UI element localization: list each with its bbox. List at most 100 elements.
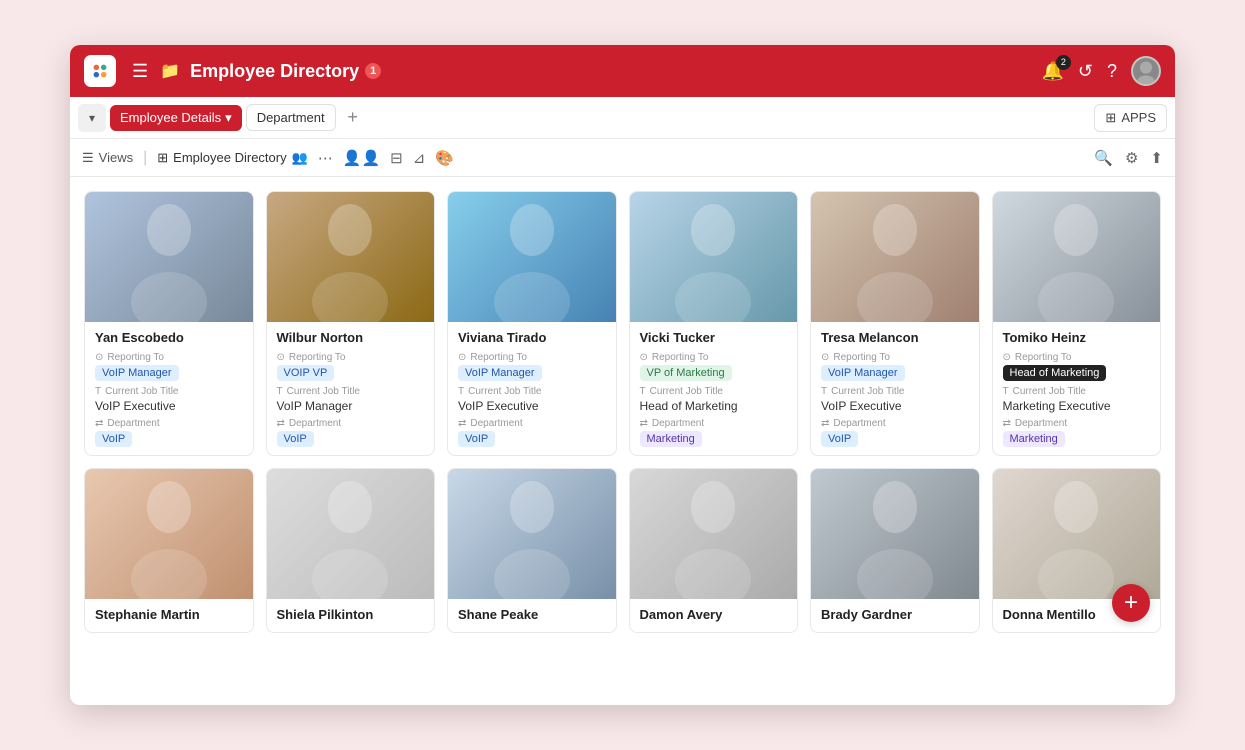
- filter-fields-icon[interactable]: ⊟: [390, 149, 403, 167]
- toolbar-separator: |: [143, 149, 147, 167]
- card-photo: [267, 469, 435, 599]
- employee-card[interactable]: Shane Peake: [447, 468, 617, 633]
- employee-card[interactable]: Wilbur Norton ⊙ Reporting To VOIP VP T C…: [266, 191, 436, 456]
- reporting-label: ⊙ Reporting To: [640, 352, 788, 363]
- filter-icon[interactable]: ⊿: [413, 149, 426, 167]
- employee-card[interactable]: Shiela Pilkinton: [266, 468, 436, 633]
- job-title-value: VoIP Executive: [95, 399, 243, 413]
- cards-grid-row1: Yan Escobedo ⊙ Reporting To VoIP Manager…: [84, 191, 1161, 456]
- card-photo: [630, 192, 798, 322]
- view-people-icon: 👥: [292, 150, 308, 166]
- group-icon[interactable]: 👤👤: [343, 149, 380, 167]
- employee-card[interactable]: Damon Avery: [629, 468, 799, 633]
- nav-title: Employee Directory 1: [190, 61, 1031, 82]
- app-logo: [84, 55, 116, 87]
- job-title-icon: T: [95, 386, 101, 397]
- dept-value: VoIP: [95, 431, 132, 447]
- reporting-label: ⊙ Reporting To: [277, 352, 425, 363]
- dept-field: ⇄ Department VoIP: [458, 418, 606, 447]
- dept-field: ⇄ Department VoIP: [95, 418, 243, 447]
- tab-dropdown-icon[interactable]: ▾: [225, 110, 232, 126]
- employee-card[interactable]: Vicki Tucker ⊙ Reporting To VP of Market…: [629, 191, 799, 456]
- employee-card[interactable]: Viviana Tirado ⊙ Reporting To VoIP Manag…: [447, 191, 617, 456]
- paint-icon[interactable]: 🎨: [435, 149, 454, 167]
- job-title-icon: T: [277, 386, 283, 397]
- tab-employee-details[interactable]: Employee Details ▾: [110, 105, 242, 131]
- hamburger-icon[interactable]: ☰: [132, 61, 148, 82]
- job-title-icon: T: [640, 386, 646, 397]
- reporting-label: ⊙ Reporting To: [821, 352, 969, 363]
- reporting-icon: ⊙: [640, 352, 648, 363]
- employee-card[interactable]: Brady Gardner: [810, 468, 980, 633]
- tab-collapse-button[interactable]: ▾: [78, 104, 106, 132]
- toolbar-right: 🔍 ⚙ ⬆: [1094, 149, 1163, 167]
- app-window: ☰ 📁 Employee Directory 1 🔔 2 ↺ ? ▾ Emplo…: [70, 45, 1175, 705]
- job-title-label: T Current Job Title: [95, 386, 243, 397]
- apps-icon: ⊞: [1105, 110, 1116, 126]
- reporting-label: ⊙ Reporting To: [458, 352, 606, 363]
- employee-name: Tomiko Heinz: [1003, 330, 1151, 347]
- user-avatar[interactable]: [1131, 56, 1161, 86]
- card-photo: [811, 192, 979, 322]
- employee-card[interactable]: Tomiko Heinz ⊙ Reporting To Head of Mark…: [992, 191, 1162, 456]
- apps-label: APPS: [1121, 110, 1156, 125]
- dept-field: ⇄ Department Marketing: [1003, 418, 1151, 447]
- dept-field: ⇄ Department Marketing: [640, 418, 788, 447]
- job-title-icon: T: [458, 386, 464, 397]
- current-view[interactable]: ⊞ Employee Directory 👥: [157, 150, 308, 166]
- active-tab-label: Employee Details: [120, 110, 221, 125]
- job-title-field: T Current Job Title VoIP Executive: [821, 386, 969, 413]
- help-button[interactable]: ?: [1107, 61, 1117, 82]
- refresh-button[interactable]: ↺: [1078, 61, 1093, 82]
- grid-area: Yan Escobedo ⊙ Reporting To VoIP Manager…: [70, 177, 1175, 705]
- job-title-icon: T: [1003, 386, 1009, 397]
- reporting-field: ⊙ Reporting To Head of Marketing: [1003, 352, 1151, 381]
- search-icon[interactable]: 🔍: [1094, 149, 1113, 167]
- card-body: Shane Peake: [448, 599, 616, 632]
- employee-card[interactable]: Stephanie Martin: [84, 468, 254, 633]
- job-title-value: Marketing Executive: [1003, 399, 1151, 413]
- dept-label: ⇄ Department: [640, 418, 788, 429]
- tabs-right: ⊞ APPS: [1094, 104, 1167, 132]
- nav-right: 🔔 2 ↺ ?: [1041, 56, 1161, 86]
- card-body: Shiela Pilkinton: [267, 599, 435, 632]
- card-photo: +: [993, 469, 1161, 599]
- reporting-icon: ⊙: [458, 352, 466, 363]
- employee-name: Yan Escobedo: [95, 330, 243, 347]
- reporting-label: ⊙ Reporting To: [95, 352, 243, 363]
- dept-label: ⇄ Department: [821, 418, 969, 429]
- more-options-icon[interactable]: ⋯: [318, 149, 333, 167]
- reporting-icon: ⊙: [821, 352, 829, 363]
- reporting-field: ⊙ Reporting To VP of Marketing: [640, 352, 788, 381]
- dept-label: ⇄ Department: [95, 418, 243, 429]
- inactive-tab-label: Department: [257, 110, 325, 125]
- reporting-icon: ⊙: [95, 352, 103, 363]
- employee-card[interactable]: Yan Escobedo ⊙ Reporting To VoIP Manager…: [84, 191, 254, 456]
- card-body: Wilbur Norton ⊙ Reporting To VOIP VP T C…: [267, 322, 435, 455]
- card-body: Stephanie Martin: [85, 599, 253, 632]
- dept-value: VoIP: [277, 431, 314, 447]
- card-photo: [630, 469, 798, 599]
- tabs-bar: ▾ Employee Details ▾ Department + ⊞ APPS: [70, 97, 1175, 139]
- card-photo: [448, 192, 616, 322]
- share-icon[interactable]: ⬆: [1150, 149, 1163, 167]
- dept-value: Marketing: [640, 431, 702, 447]
- notifications-button[interactable]: 🔔 2: [1041, 61, 1063, 82]
- dept-field: ⇄ Department VoIP: [277, 418, 425, 447]
- employee-card[interactable]: Tresa Melancon ⊙ Reporting To VoIP Manag…: [810, 191, 980, 456]
- dept-value: Marketing: [1003, 431, 1065, 447]
- settings-icon[interactable]: ⚙: [1125, 149, 1138, 167]
- apps-button[interactable]: ⊞ APPS: [1094, 104, 1167, 132]
- reporting-field: ⊙ Reporting To VOIP VP: [277, 352, 425, 381]
- job-title-value: VoIP Executive: [821, 399, 969, 413]
- dept-value: VoIP: [458, 431, 495, 447]
- card-body: Viviana Tirado ⊙ Reporting To VoIP Manag…: [448, 322, 616, 455]
- reporting-value: VP of Marketing: [640, 365, 732, 381]
- employee-card[interactable]: + Donna Mentillo: [992, 468, 1162, 633]
- dept-icon: ⇄: [458, 418, 466, 429]
- dept-field: ⇄ Department VoIP: [821, 418, 969, 447]
- add-tab-button[interactable]: +: [340, 105, 366, 131]
- info-badge: 1: [365, 63, 381, 79]
- views-button[interactable]: ☰ Views: [82, 150, 133, 166]
- tab-department[interactable]: Department: [246, 104, 336, 131]
